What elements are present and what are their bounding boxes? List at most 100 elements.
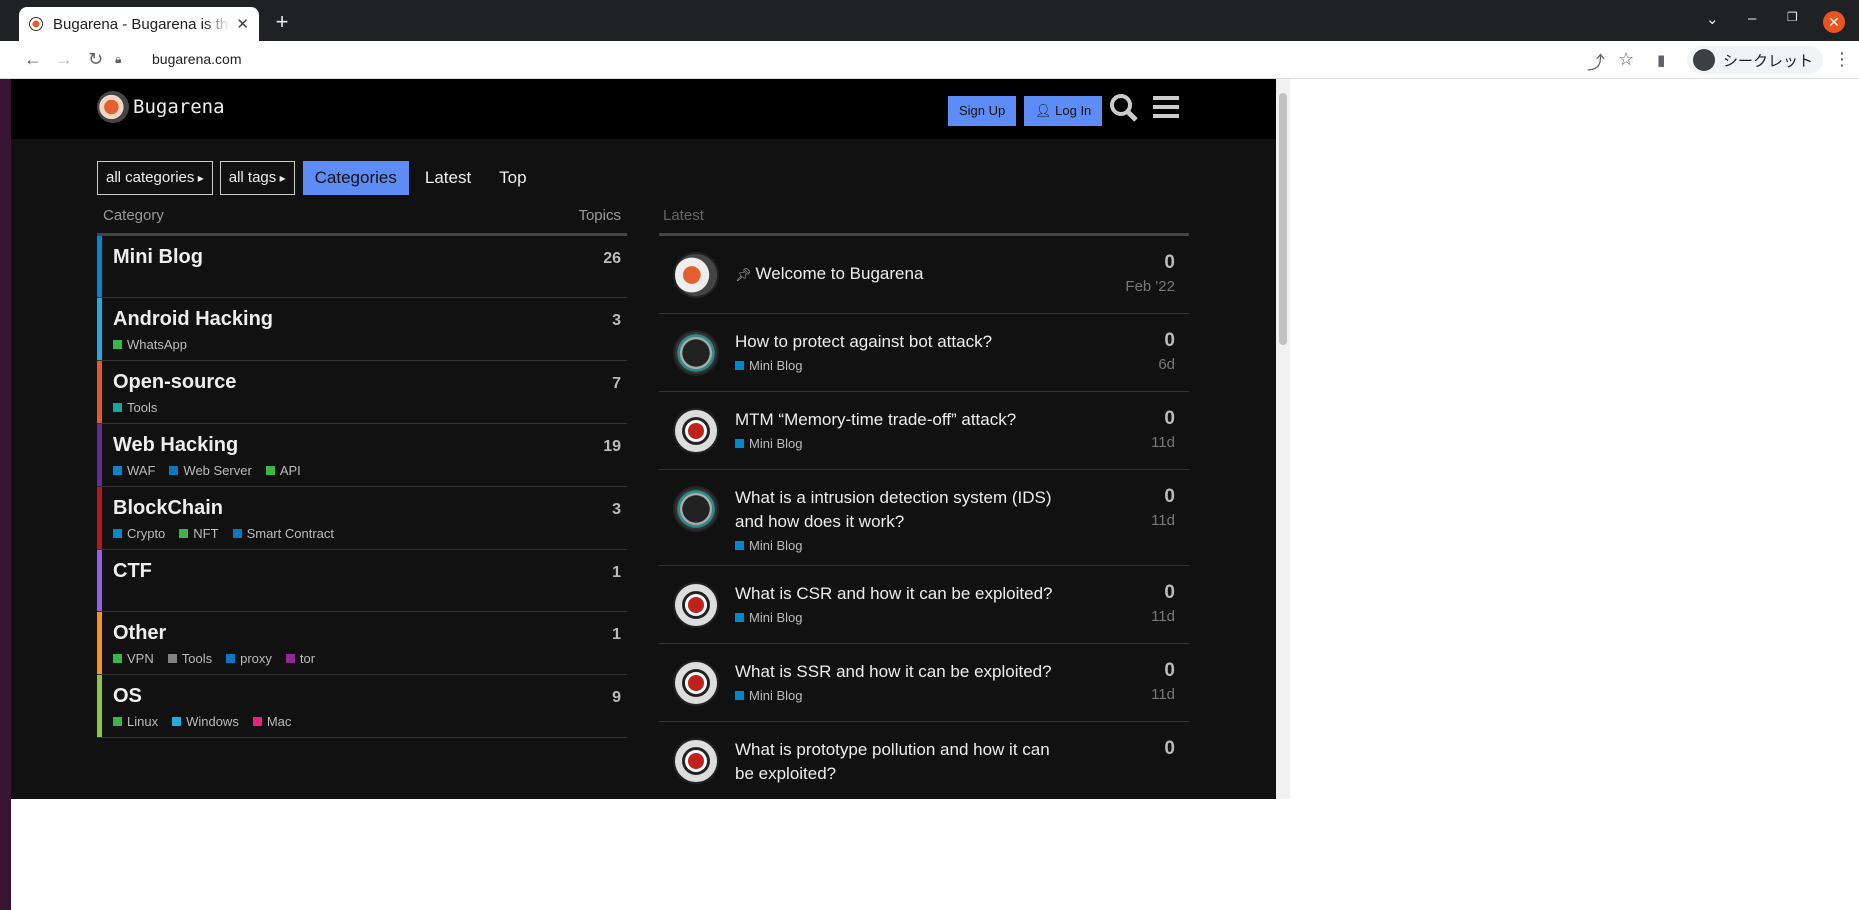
- topic-title[interactable]: Welcome to Bugarena: [756, 264, 924, 283]
- all-categories-dropdown[interactable]: all categories: [97, 161, 213, 195]
- search-icon[interactable]: [1109, 93, 1139, 130]
- category-name[interactable]: Mini Blog: [113, 246, 621, 269]
- topic-category[interactable]: Mini Blog: [735, 538, 1175, 553]
- category-name[interactable]: Web Hacking: [113, 434, 621, 457]
- subcategory-link[interactable]: NFT: [179, 526, 219, 541]
- topic-title[interactable]: What is a intrusion detection system (ID…: [735, 488, 1052, 531]
- category-row[interactable]: OS 9 Linux Windows Mac: [97, 675, 627, 738]
- nav-categories[interactable]: Categories: [302, 161, 409, 195]
- avatar[interactable]: [673, 486, 719, 532]
- share-icon[interactable]: ⤴: [1587, 49, 1605, 75]
- category-row[interactable]: Web Hacking 19 WAF Web Server API: [97, 424, 627, 487]
- topic-category[interactable]: Mini Blog: [735, 358, 1175, 373]
- subcategory-color-badge: [172, 717, 182, 726]
- category-row[interactable]: Open-source 7 Tools: [97, 361, 627, 424]
- avatar[interactable]: [673, 330, 719, 376]
- topic-category-name: Mini Blog: [749, 538, 803, 553]
- topic-row[interactable]: How to protect against bot attack? Mini B…: [659, 314, 1189, 392]
- topic-title[interactable]: How to protect against bot attack?: [735, 332, 992, 351]
- subcategory-link[interactable]: Web Server: [169, 463, 252, 478]
- topic-row[interactable]: What is SSR and how it can be exploited?…: [659, 644, 1189, 722]
- subcategory-link[interactable]: Windows: [172, 714, 239, 729]
- category-name[interactable]: OS: [113, 685, 621, 708]
- browser-tab[interactable]: Bugarena - Bugarena is the ✕: [19, 7, 259, 41]
- incognito-label: シークレット: [1723, 52, 1814, 70]
- scrollbar-thumb[interactable]: [1279, 93, 1287, 345]
- topic-category[interactable]: Mini Blog: [735, 610, 1175, 625]
- activity-age[interactable]: 11d: [1151, 608, 1175, 625]
- subcategory-link[interactable]: WAF: [113, 463, 155, 478]
- avatar[interactable]: [673, 738, 719, 784]
- kebab-menu-icon[interactable]: ⋮: [1833, 49, 1851, 70]
- topic-category[interactable]: Mini Blog: [735, 688, 1175, 703]
- bookmark-star-icon[interactable]: ☆: [1618, 49, 1634, 70]
- log-in-button[interactable]: 👤︎ Log In: [1024, 96, 1103, 126]
- topic-category-name: Mini Blog: [749, 436, 803, 451]
- subcategory-link[interactable]: Smart Contract: [232, 526, 334, 541]
- subcategory-link[interactable]: proxy: [226, 651, 272, 666]
- topic-category[interactable]: Mini Blog: [735, 436, 1175, 451]
- activity-age[interactable]: Feb '22: [1125, 278, 1175, 295]
- avatar[interactable]: [673, 252, 719, 298]
- avatar[interactable]: [673, 660, 719, 706]
- subcategory-link[interactable]: WhatsApp: [113, 337, 187, 352]
- topic-title[interactable]: What is CSR and how it can be exploited?: [735, 584, 1053, 603]
- topic-row[interactable]: 📌︎ Welcome to Bugarena 0 Feb '22: [659, 236, 1189, 314]
- activity-age[interactable]: 6d: [1158, 356, 1175, 373]
- category-name[interactable]: BlockChain: [113, 497, 621, 520]
- topic-stats: 0 Feb '22: [1125, 252, 1175, 295]
- hamburger-menu-icon[interactable]: [1153, 93, 1179, 126]
- category-topic-count: 9: [612, 689, 621, 706]
- category-name[interactable]: Other: [113, 622, 621, 645]
- close-window-icon[interactable]: ✕: [1823, 11, 1845, 33]
- back-icon[interactable]: ←: [24, 49, 42, 70]
- category-name[interactable]: Android Hacking: [113, 308, 621, 331]
- subcategory-link[interactable]: Tools: [167, 651, 212, 666]
- incognito-badge[interactable]: シークレット: [1687, 46, 1824, 74]
- topic-title[interactable]: MTM “Memory-time trade-off” attack?: [735, 410, 1016, 429]
- subcategory-link[interactable]: Mac: [252, 714, 291, 729]
- category-topic-count: 1: [612, 626, 621, 643]
- subcategory-link[interactable]: tor: [285, 651, 315, 666]
- new-tab-icon[interactable]: +: [270, 9, 294, 35]
- nav-latest[interactable]: Latest: [413, 161, 483, 195]
- activity-age[interactable]: 11d: [1151, 686, 1175, 703]
- activity-age[interactable]: 11d: [1151, 512, 1175, 529]
- topic-title[interactable]: What is prototype pollution and how it c…: [735, 740, 1050, 783]
- topic-row[interactable]: What is CSR and how it can be exploited?…: [659, 566, 1189, 644]
- lock-icon[interactable]: 🔒︎: [115, 52, 121, 67]
- topic-category-name: Mini Blog: [749, 610, 803, 625]
- site-logo[interactable]: Bugarena: [97, 91, 225, 123]
- page-scrollbar[interactable]: [1276, 79, 1290, 799]
- restore-icon[interactable]: ❐: [1787, 10, 1798, 24]
- activity-age[interactable]: 11d: [1151, 434, 1175, 451]
- avatar[interactable]: [673, 582, 719, 628]
- nav-top[interactable]: Top: [487, 161, 538, 195]
- category-row[interactable]: Other 1 VPN Tools proxy tor: [97, 612, 627, 675]
- topic-row[interactable]: What is a intrusion detection system (ID…: [659, 470, 1189, 566]
- category-name[interactable]: Open-source: [113, 371, 621, 394]
- topic-row[interactable]: MTM “Memory-time trade-off” attack? Mini …: [659, 392, 1189, 470]
- subcategory-link[interactable]: Linux: [113, 714, 158, 729]
- tab-list-icon[interactable]: ⌄: [1706, 10, 1719, 28]
- forward-icon[interactable]: →: [55, 49, 73, 70]
- topic-row[interactable]: What is prototype pollution and how it c…: [659, 722, 1189, 799]
- category-row[interactable]: CTF 1: [97, 550, 627, 612]
- minimize-icon[interactable]: –: [1748, 10, 1756, 27]
- category-row[interactable]: BlockChain 3 Crypto NFT Smart Contract: [97, 487, 627, 550]
- topic-title[interactable]: What is SSR and how it can be exploited?: [735, 662, 1052, 681]
- category-row[interactable]: Android Hacking 3 WhatsApp: [97, 298, 627, 361]
- url-field[interactable]: bugarena.com: [152, 51, 242, 67]
- subcategory-link[interactable]: Tools: [113, 400, 157, 415]
- all-tags-dropdown[interactable]: all tags: [219, 161, 295, 195]
- side-panel-icon[interactable]: ▮: [1657, 51, 1665, 69]
- subcategory-link[interactable]: Crypto: [113, 526, 165, 541]
- close-tab-icon[interactable]: ✕: [236, 15, 249, 33]
- avatar[interactable]: [673, 408, 719, 454]
- reload-icon[interactable]: ↻: [88, 49, 103, 70]
- subcategory-link[interactable]: API: [265, 463, 301, 478]
- category-name[interactable]: CTF: [113, 560, 621, 583]
- sign-up-button[interactable]: Sign Up: [948, 96, 1017, 126]
- category-row[interactable]: Mini Blog 26: [97, 236, 627, 298]
- subcategory-link[interactable]: VPN: [113, 651, 154, 666]
